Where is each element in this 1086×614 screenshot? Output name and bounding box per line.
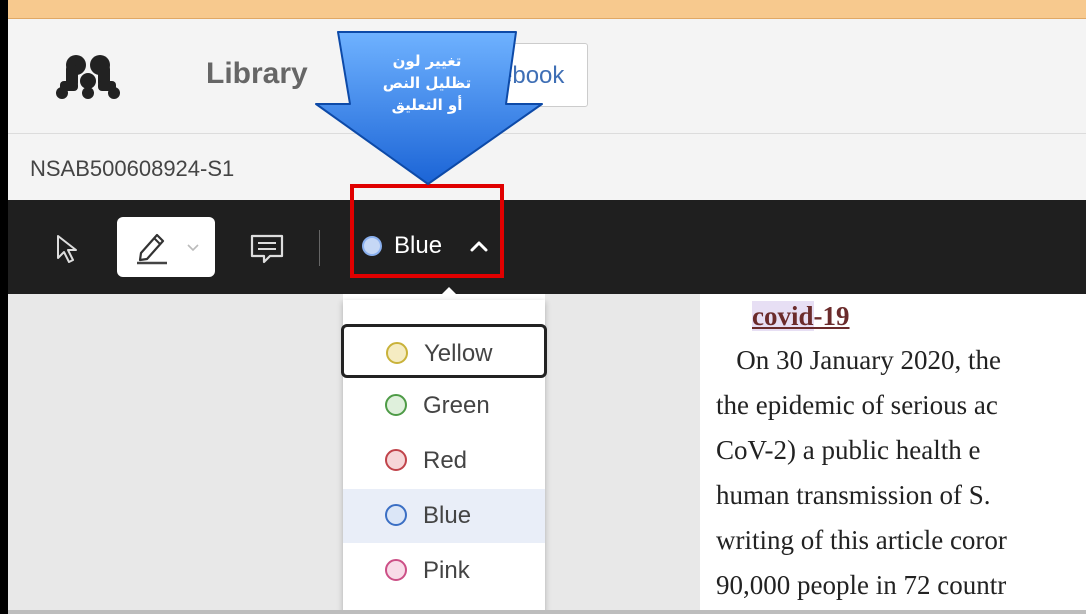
color-option-red[interactable]: Red [343,434,545,488]
sidebar-pane [8,294,343,614]
red-circle-icon [385,449,407,471]
color-option-label: Pink [423,557,470,584]
toolbar-divider [319,230,320,266]
color-option-green[interactable]: Green [343,379,545,433]
section-heading: covid-19 [752,294,1086,338]
select-cursor-icon[interactable] [54,234,82,264]
pink-circle-icon [385,559,407,581]
color-option-label: Red [423,447,468,474]
comment-icon[interactable] [248,232,286,266]
window-bottom-edge [8,610,1086,614]
callout-line: أو التعليق [391,96,463,114]
blue-circle-icon [385,504,407,526]
highlight-annotation-box [350,184,504,278]
annotation-toolbar: Blue [8,200,1086,294]
color-option-pink[interactable]: Pink [343,544,545,598]
library-link[interactable]: Library [206,57,308,91]
doc-line: the epidemic of serious ac [716,390,998,420]
heading-part-highlighted: covid [752,301,814,331]
pencil-icon [137,233,167,265]
doc-line: On 30 January 2020, the [716,345,1001,375]
yellow-circle-icon [386,342,408,364]
document-id: NSAB500608924-S1 [30,156,235,181]
color-option-label: Green [423,392,490,419]
doc-line: 90,000 people in 72 countr [716,570,1007,600]
browser-top-strip [8,0,1086,19]
color-option-label: Yellow [424,340,493,367]
doc-line: human transmission of S. [716,480,991,510]
doc-line: CoV-2) a public health e [716,435,981,465]
callout-line: تغيير لون [392,52,462,70]
callout-text: تغيير لون تظليل النص أو التعليق [362,50,492,116]
dropdown-caret [436,287,462,300]
highlight-tool-button[interactable] [117,217,215,277]
callout-line: تظليل النص [382,74,472,92]
window-left-edge [0,0,8,614]
doc-line: writing of this article coror [716,525,1007,555]
color-option-label: Blue [423,502,472,529]
heading-part-rest: -19 [813,301,850,331]
chevron-down-icon[interactable] [185,241,201,253]
green-circle-icon [385,394,407,416]
color-option-blue[interactable]: Blue [343,489,545,543]
viewer-background [545,294,700,614]
color-option-yellow[interactable]: Yellow [341,324,547,378]
pdf-text-block[interactable]: covid-19 On 30 January 2020, the the epi… [716,292,1086,608]
color-dropdown-menu: Yellow Green Red Blue Pink [341,300,547,614]
mendeley-logo-icon[interactable] [52,53,124,101]
